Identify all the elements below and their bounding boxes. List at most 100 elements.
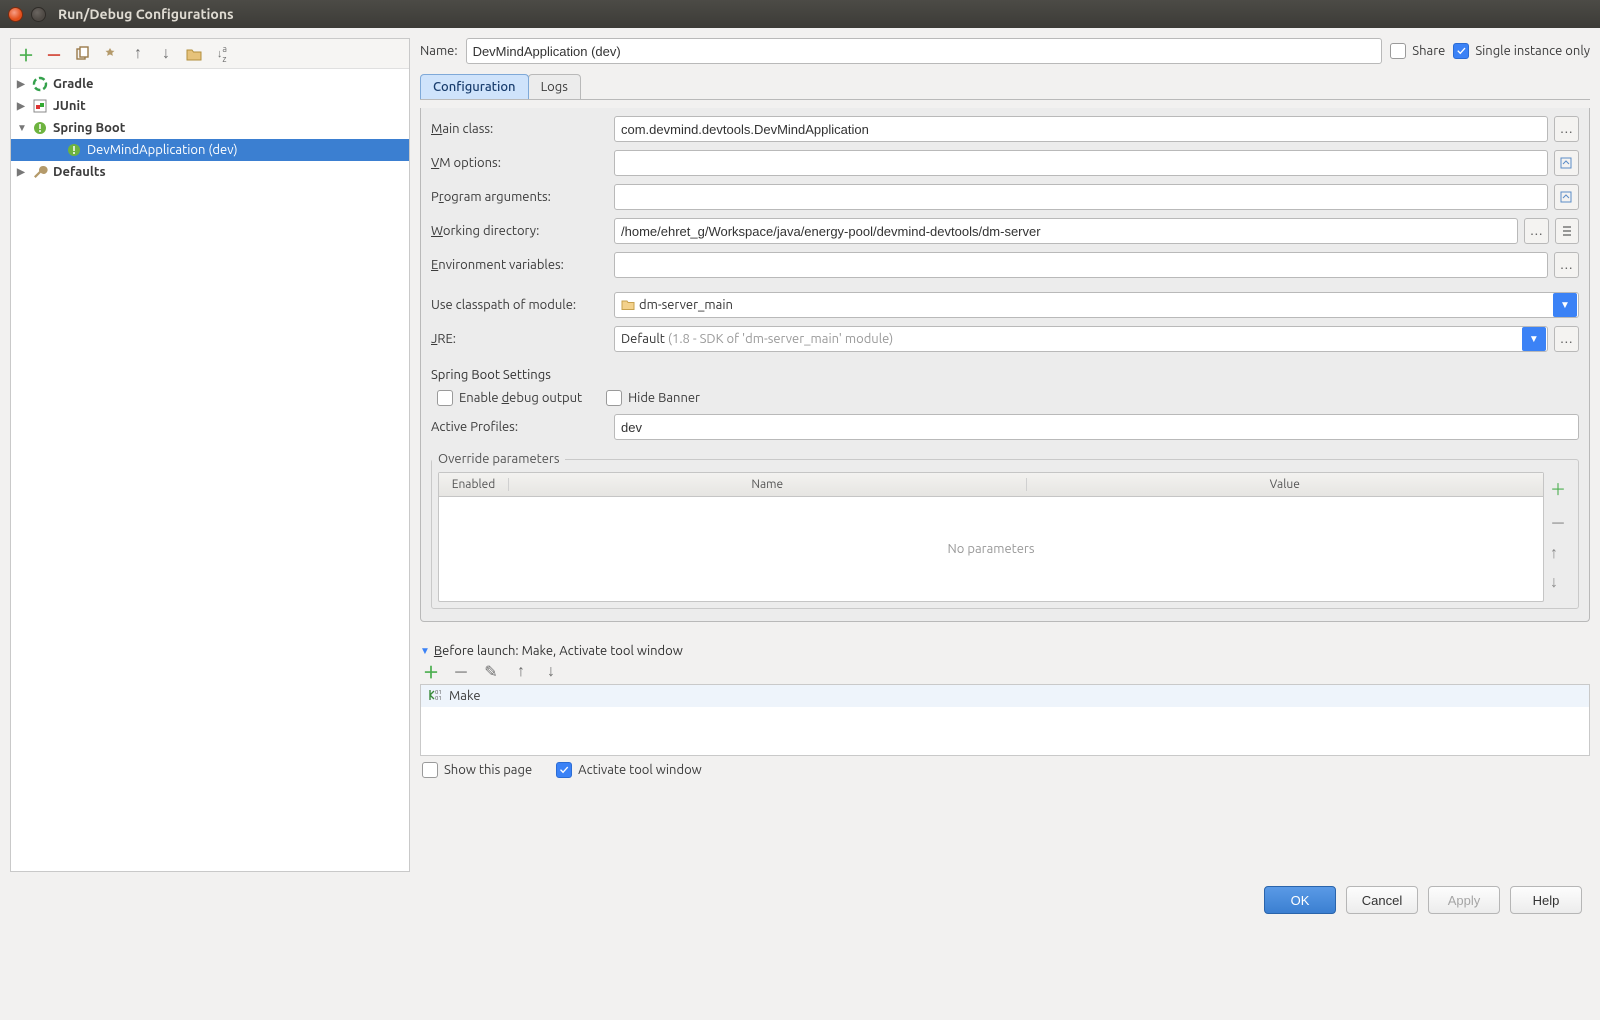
help-button[interactable]: Help	[1510, 886, 1582, 914]
before-launch-title: Before launch: Make, Activate tool windo…	[434, 644, 683, 658]
config-tree-panel: ＋ － ↑ ↓ ↓az ▶ Gradle ▶ JU	[10, 38, 410, 872]
browse-jre-button[interactable]: …	[1554, 326, 1579, 352]
tab-logs[interactable]: Logs	[528, 74, 581, 99]
chevron-right-icon: ▶	[17, 78, 31, 90]
edit-defaults-icon[interactable]	[101, 45, 119, 63]
configuration-tab-body: MMain class:ain class: … VM options: Pro…	[420, 108, 1590, 622]
expand-program-args-button[interactable]	[1554, 184, 1579, 210]
tree-node-springboot[interactable]: ▼ Spring Boot	[11, 117, 409, 139]
before-launch-header[interactable]: ▼ Before launch: Make, Activate tool win…	[420, 644, 1590, 658]
tree-label: Gradle	[53, 77, 94, 91]
override-params-empty: No parameters	[439, 497, 1543, 601]
enable-debug-checkbox[interactable]: Enable debug output	[437, 390, 582, 406]
titlebar: Run/Debug Configurations	[0, 0, 1600, 28]
enable-debug-label: Enable debug output	[459, 391, 582, 405]
jre-combo[interactable]: Default (1.8 - SDK of 'dm-server_main' m…	[614, 326, 1548, 352]
checkbox-icon	[606, 390, 622, 406]
show-this-page-checkbox[interactable]: Show this page	[422, 762, 532, 778]
th-name[interactable]: Name	[509, 478, 1027, 491]
active-profiles-label: Active Profiles:	[431, 420, 606, 434]
remove-config-icon[interactable]: －	[45, 45, 63, 63]
env-vars-input[interactable]	[614, 252, 1548, 278]
make-icon: 0101	[427, 688, 443, 704]
th-value[interactable]: Value	[1027, 478, 1544, 491]
tree-node-defaults[interactable]: ▶ Defaults	[11, 161, 409, 183]
folder-icon[interactable]	[185, 45, 203, 63]
activate-tool-window-label: Activate tool window	[578, 763, 702, 777]
add-param-icon[interactable]: ＋	[1550, 476, 1566, 500]
override-params-fieldset: Override parameters Enabled Name Value N…	[431, 452, 1579, 609]
tab-configuration[interactable]: Configuration	[420, 74, 529, 99]
wrench-icon	[31, 163, 49, 181]
program-args-input[interactable]	[614, 184, 1548, 210]
chevron-right-icon: ▶	[17, 100, 31, 112]
before-launch-list[interactable]: 0101 Make	[420, 684, 1590, 756]
working-dir-input[interactable]	[614, 218, 1518, 244]
chevron-down-icon: ▼	[17, 122, 31, 134]
bl-up-icon[interactable]: ↑	[512, 662, 530, 680]
bl-edit-icon[interactable]: ✎	[482, 662, 500, 680]
checkbox-icon	[422, 762, 438, 778]
window-close-icon[interactable]	[8, 7, 23, 22]
list-working-dir-button[interactable]	[1555, 218, 1579, 244]
browse-working-dir-button[interactable]: …	[1524, 218, 1548, 244]
list-item[interactable]: 0101 Make	[421, 685, 1589, 707]
main-class-input[interactable]	[614, 116, 1548, 142]
bl-add-icon[interactable]: ＋	[422, 662, 440, 680]
add-config-icon[interactable]: ＋	[17, 45, 35, 63]
tree-label: Defaults	[53, 165, 106, 179]
remove-param-icon[interactable]: －	[1550, 510, 1566, 534]
window-minimize-icon[interactable]	[31, 7, 46, 22]
override-params-buttons: ＋ － ↑ ↓	[1544, 472, 1572, 602]
edit-env-vars-button[interactable]: …	[1554, 252, 1579, 278]
name-row: Name: Share Single instance only	[420, 38, 1590, 64]
vm-options-input[interactable]	[614, 150, 1548, 176]
sort-az-icon[interactable]: ↓az	[213, 45, 231, 63]
spring-boot-icon	[31, 119, 49, 137]
config-name-input[interactable]	[466, 38, 1383, 64]
single-instance-checkbox[interactable]: Single instance only	[1453, 43, 1590, 59]
tree-label: DevMindApplication (dev)	[87, 143, 238, 157]
move-up-icon[interactable]: ↑	[129, 45, 147, 63]
param-up-icon[interactable]: ↑	[1550, 544, 1566, 563]
checkbox-icon	[1390, 43, 1406, 59]
tree-node-gradle[interactable]: ▶ Gradle	[11, 73, 409, 95]
vm-options-label: VM options:	[431, 156, 606, 170]
override-params-table: Enabled Name Value No parameters	[438, 472, 1544, 602]
classpath-module-combo[interactable]: dm-server_main ▼	[614, 292, 1579, 318]
dialog-body: ＋ － ↑ ↓ ↓az ▶ Gradle ▶ JU	[0, 28, 1600, 872]
program-args-label: Program arguments:	[431, 190, 606, 204]
bl-remove-icon[interactable]: －	[452, 662, 470, 680]
env-vars-label: Environment variables:	[431, 258, 606, 272]
jre-label: JRE:	[431, 332, 606, 346]
tree-label: Spring Boot	[53, 121, 125, 135]
tree-toolbar: ＋ － ↑ ↓ ↓az	[11, 39, 409, 69]
cancel-button[interactable]: Cancel	[1346, 886, 1418, 914]
tree-node-springboot-child[interactable]: DevMindApplication (dev)	[11, 139, 409, 161]
param-down-icon[interactable]: ↓	[1550, 573, 1566, 592]
checkbox-icon	[437, 390, 453, 406]
classpath-value: dm-server_main	[639, 298, 1572, 312]
copy-config-icon[interactable]	[73, 45, 91, 63]
tree-label: JUnit	[53, 99, 86, 113]
ok-button[interactable]: OK	[1264, 886, 1336, 914]
classpath-label: Use classpath of module:	[431, 298, 606, 312]
chevron-right-icon: ▶	[17, 166, 31, 178]
gradle-icon	[31, 75, 49, 93]
share-checkbox[interactable]: Share	[1390, 43, 1445, 59]
main-class-label: MMain class:ain class:	[431, 122, 606, 136]
expand-vm-options-button[interactable]	[1554, 150, 1579, 176]
bl-down-icon[interactable]: ↓	[542, 662, 560, 680]
hide-banner-checkbox[interactable]: Hide Banner	[606, 390, 700, 406]
activate-tool-window-checkbox[interactable]: Activate tool window	[556, 762, 702, 778]
th-enabled[interactable]: Enabled	[439, 478, 509, 491]
spring-boot-icon	[65, 141, 83, 159]
tree-node-junit[interactable]: ▶ JUnit	[11, 95, 409, 117]
active-profiles-input[interactable]	[614, 414, 1579, 440]
hide-banner-label: Hide Banner	[628, 391, 700, 405]
override-params-title: Override parameters	[432, 452, 565, 466]
move-down-icon[interactable]: ↓	[157, 45, 175, 63]
browse-main-class-button[interactable]: …	[1554, 116, 1579, 142]
window-title: Run/Debug Configurations	[58, 6, 234, 22]
apply-button[interactable]: Apply	[1428, 886, 1500, 914]
